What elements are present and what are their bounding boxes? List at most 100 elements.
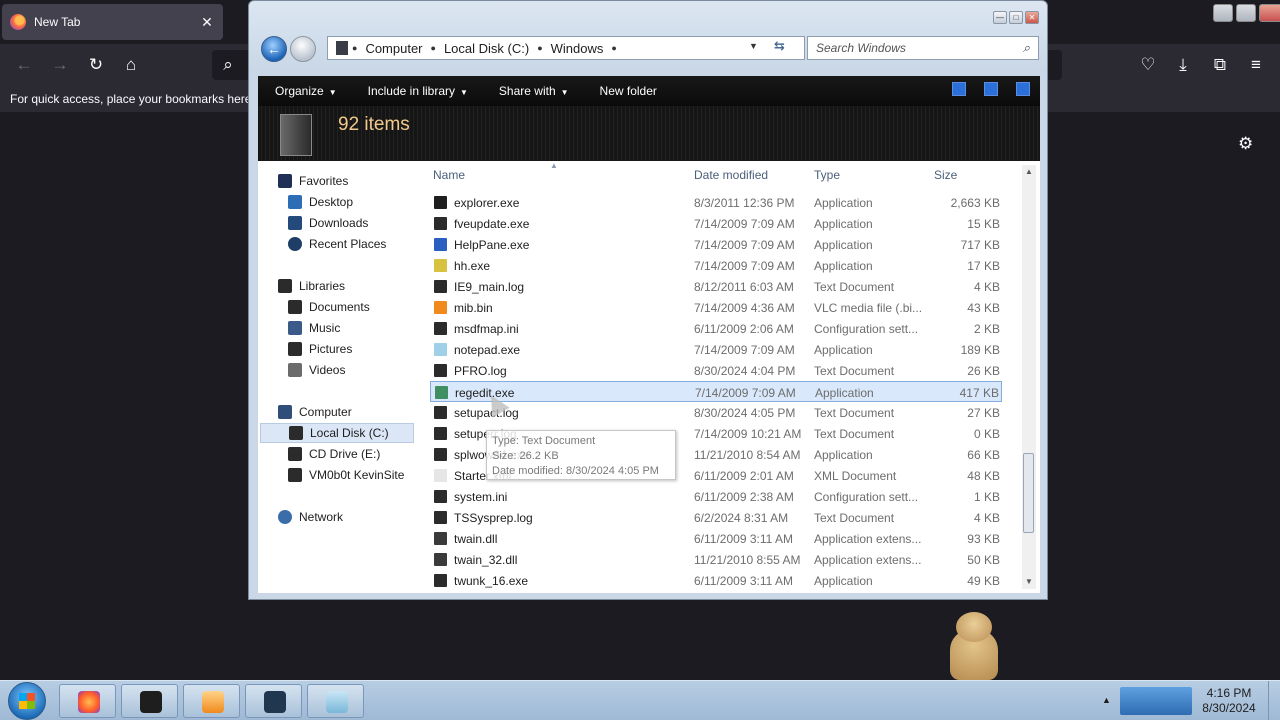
sidebar-item-local-disk[interactable]: Local Disk (C:) xyxy=(260,423,414,443)
table-row[interactable]: fveupdate.exe 7/14/2009 7:09 AM Applicatio… xyxy=(430,213,1002,234)
table-row[interactable]: TSSysprep.log 6/2/2024 8:31 AM Text Docume… xyxy=(430,507,1002,528)
change-view-icon[interactable] xyxy=(952,82,966,96)
breadcrumb-computer[interactable]: Computer xyxy=(365,41,422,56)
videos-icon xyxy=(288,363,302,377)
close-tab-icon[interactable]: ✕ xyxy=(199,14,215,31)
sidebar-item-network[interactable]: Network xyxy=(278,507,343,527)
breadcrumb-windows[interactable]: Windows xyxy=(551,41,604,56)
pocket-icon[interactable]: ♡ xyxy=(1136,53,1160,77)
firefox-icon xyxy=(78,691,100,713)
sidebar-item-recent-places[interactable]: Recent Places xyxy=(288,234,386,254)
sidebar-item-vm-share[interactable]: VM0b0t KevinSite xyxy=(288,465,404,485)
table-row[interactable]: regedit.exe 7/14/2009 7:09 AM Application 4… xyxy=(430,381,1002,402)
vertical-scrollbar[interactable]: ▲ ▼ xyxy=(1022,165,1036,589)
downloads-icon[interactable]: ⤓ xyxy=(1171,53,1195,77)
back-icon[interactable]: ← xyxy=(12,53,36,77)
file-name: HelpPane.exe xyxy=(454,238,530,252)
breadcrumb-local-disk[interactable]: Local Disk (C:) xyxy=(444,41,529,56)
file-type: Text Document xyxy=(814,280,895,294)
table-row[interactable]: explorer.exe 8/3/2011 12:36 PM Application… xyxy=(430,192,1002,213)
help-icon[interactable] xyxy=(1016,82,1030,96)
refresh-icon[interactable]: ⇆ xyxy=(774,38,785,54)
maximize-icon[interactable] xyxy=(1236,4,1256,22)
taskbar-firefox[interactable] xyxy=(59,684,116,718)
scroll-up-icon[interactable]: ▲ xyxy=(1022,165,1036,179)
taskbar-media-player[interactable] xyxy=(183,684,240,718)
table-row[interactable]: HelpPane.exe 7/14/2009 7:09 AM Application… xyxy=(430,234,1002,255)
sidebar-item-desktop[interactable]: Desktop xyxy=(288,192,353,212)
table-row[interactable]: IE9_main.log 8/12/2011 6:03 AM Text Docume… xyxy=(430,276,1002,297)
file-size: 0 KB xyxy=(973,427,1000,441)
explorer-forward-button[interactable] xyxy=(290,36,316,62)
menu-icon[interactable]: ≡ xyxy=(1244,53,1268,77)
tooltip-size: Size: 26.2 KB xyxy=(492,450,559,462)
sidebar-item-cd-drive[interactable]: CD Drive (E:) xyxy=(288,444,380,464)
sidebar-item-pictures[interactable]: Pictures xyxy=(288,339,352,359)
address-dropdown-icon[interactable]: ▼ xyxy=(749,41,758,51)
settings-gear-icon[interactable]: ⚙ xyxy=(1238,134,1253,154)
taskbar-app-2[interactable] xyxy=(121,684,178,718)
table-row[interactable]: PFRO.log 8/30/2024 4:04 PM Text Document 26… xyxy=(430,360,1002,381)
explorer-maximize-icon[interactable]: □ xyxy=(1009,11,1023,24)
column-date-modified[interactable]: Date modified xyxy=(694,168,768,182)
firefox-logo-icon xyxy=(10,14,26,30)
explorer-nav: ← ● Computer ● Local Disk (C:) ● Windows… xyxy=(259,33,1039,63)
taskbar-app-4[interactable] xyxy=(245,684,302,718)
sidebar-item-documents[interactable]: Documents xyxy=(288,297,370,317)
search-input[interactable]: Search Windows ⌕ xyxy=(807,36,1039,60)
file-icon xyxy=(434,448,447,461)
window-close-icon[interactable] xyxy=(1259,4,1280,22)
address-bar[interactable]: ● Computer ● Local Disk (C:) ● Windows ● xyxy=(327,36,805,60)
sidebar-item-libraries[interactable]: Libraries xyxy=(278,276,345,296)
reload-icon[interactable]: ↻ xyxy=(84,53,108,77)
file-name: PFRO.log xyxy=(454,364,507,378)
search-icon[interactable]: ⌕ xyxy=(1023,40,1030,56)
table-row[interactable]: twain_32.dll 11/21/2010 8:55 AM Applicatio… xyxy=(430,549,1002,570)
forward-icon[interactable]: → xyxy=(48,53,72,77)
sidebar-item-videos[interactable]: Videos xyxy=(288,360,345,380)
sidebar-item-downloads[interactable]: Downloads xyxy=(288,213,368,233)
minimize-icon[interactable] xyxy=(1213,4,1233,22)
explorer-minimize-icon[interactable]: — xyxy=(993,11,1007,24)
table-row[interactable]: twain.dll 6/11/2009 3:11 AM Application ex… xyxy=(430,528,1002,549)
file-size: 48 KB xyxy=(967,469,1000,483)
sidebar-item-computer[interactable]: Computer xyxy=(278,402,352,422)
show-desktop-button[interactable] xyxy=(1268,681,1280,720)
sidebar-item-favorites[interactable]: Favorites xyxy=(278,171,348,191)
organize-button[interactable]: Organize ▼ xyxy=(275,84,337,98)
column-type[interactable]: Type xyxy=(814,168,840,182)
file-date: 8/30/2024 4:04 PM xyxy=(694,364,796,378)
home-icon[interactable]: ⌂ xyxy=(119,53,143,77)
share-with-button[interactable]: Share with ▼ xyxy=(499,84,569,98)
explorer-window-controls: — □ ✕ xyxy=(991,11,1039,24)
taskbar-clock[interactable]: 4:16 PM 8/30/2024 xyxy=(1196,686,1262,716)
table-row[interactable]: setupact.log 8/30/2024 4:05 PM Text Docume… xyxy=(430,402,1002,423)
column-size[interactable]: Size xyxy=(934,168,957,182)
column-name[interactable]: Name xyxy=(433,168,465,182)
extensions-icon[interactable]: ⧉ xyxy=(1208,53,1232,77)
file-date: 6/2/2024 8:31 AM xyxy=(694,511,789,525)
taskbar-explorer[interactable] xyxy=(307,684,364,718)
start-button[interactable] xyxy=(8,682,46,720)
table-row[interactable]: twunk_16.exe 6/11/2009 3:11 AM Application… xyxy=(430,570,1002,591)
file-name: explorer.exe xyxy=(454,196,520,210)
system-tray-icons[interactable] xyxy=(1120,687,1192,715)
scroll-thumb[interactable] xyxy=(1023,453,1034,533)
explorer-close-icon[interactable]: ✕ xyxy=(1025,11,1039,24)
table-row[interactable]: mib.bin 7/14/2009 4:36 AM VLC media file (… xyxy=(430,297,1002,318)
table-row[interactable]: system.ini 6/11/2009 2:38 AM Configuration… xyxy=(430,486,1002,507)
new-folder-button[interactable]: New folder xyxy=(600,84,657,98)
explorer-back-button[interactable]: ← xyxy=(261,36,287,62)
include-in-library-button[interactable]: Include in library ▼ xyxy=(368,84,468,98)
hamster-mascot-icon xyxy=(944,610,1004,680)
scroll-down-icon[interactable]: ▼ xyxy=(1022,575,1036,589)
table-row[interactable]: hh.exe 7/14/2009 7:09 AM Application 17 KB xyxy=(430,255,1002,276)
table-row[interactable]: msdfmap.ini 6/11/2009 2:06 AM Configuratio… xyxy=(430,318,1002,339)
file-icon xyxy=(434,469,447,482)
file-date: 6/11/2009 2:06 AM xyxy=(694,322,794,336)
browser-tab-new-tab[interactable]: New Tab ✕ xyxy=(2,4,223,40)
preview-pane-icon[interactable] xyxy=(984,82,998,96)
table-row[interactable]: notepad.exe 7/14/2009 7:09 AM Application 1… xyxy=(430,339,1002,360)
tray-expand-icon[interactable]: ▲ xyxy=(1102,695,1111,705)
sidebar-item-music[interactable]: Music xyxy=(288,318,340,338)
